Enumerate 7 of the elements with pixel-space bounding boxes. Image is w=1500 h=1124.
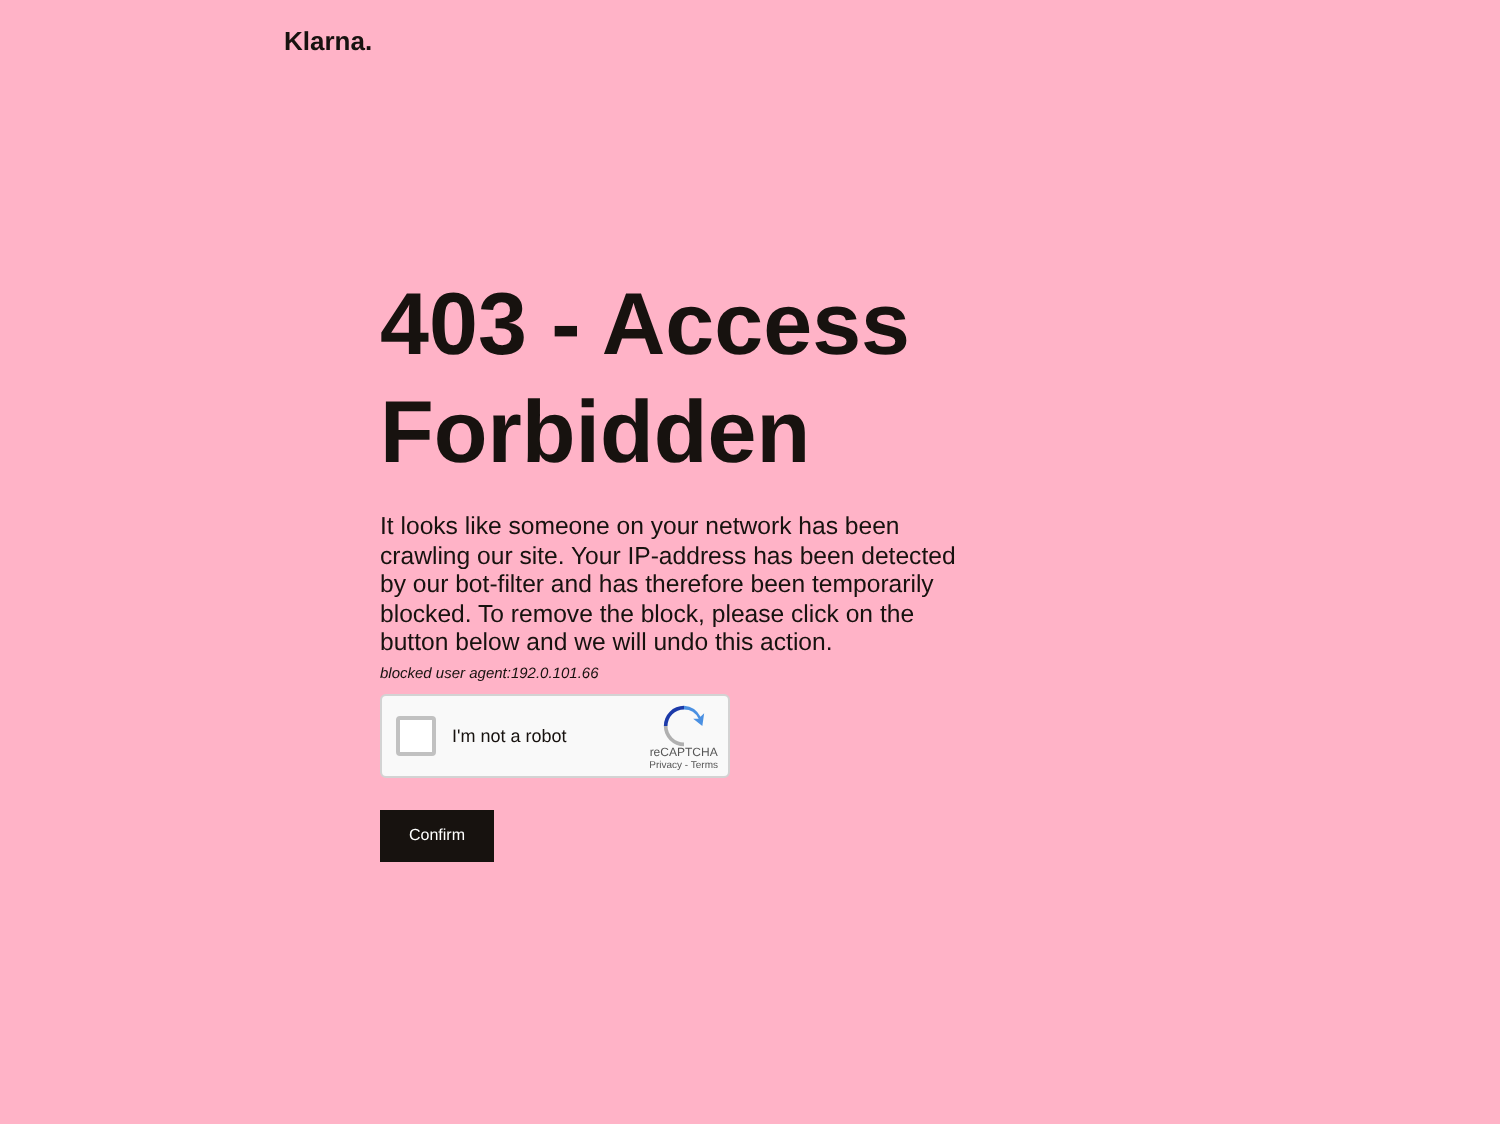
error-message: It looks like someone on your network has been crawling our site. Your IP-address has been detected by our bot-filter and has therefore been temporarily blocked. To remove the block, please click on the button below and we will undo this action. [380,512,958,658]
logo: Klarna. [284,26,373,56]
captcha-label: I'm not a robot [452,725,567,746]
captcha-checkbox[interactable] [396,715,436,756]
confirm-button[interactable]: Confirm [380,809,494,862]
page-heading: 403 - Access Forbidden [380,274,913,486]
recaptcha-icon [661,703,706,748]
